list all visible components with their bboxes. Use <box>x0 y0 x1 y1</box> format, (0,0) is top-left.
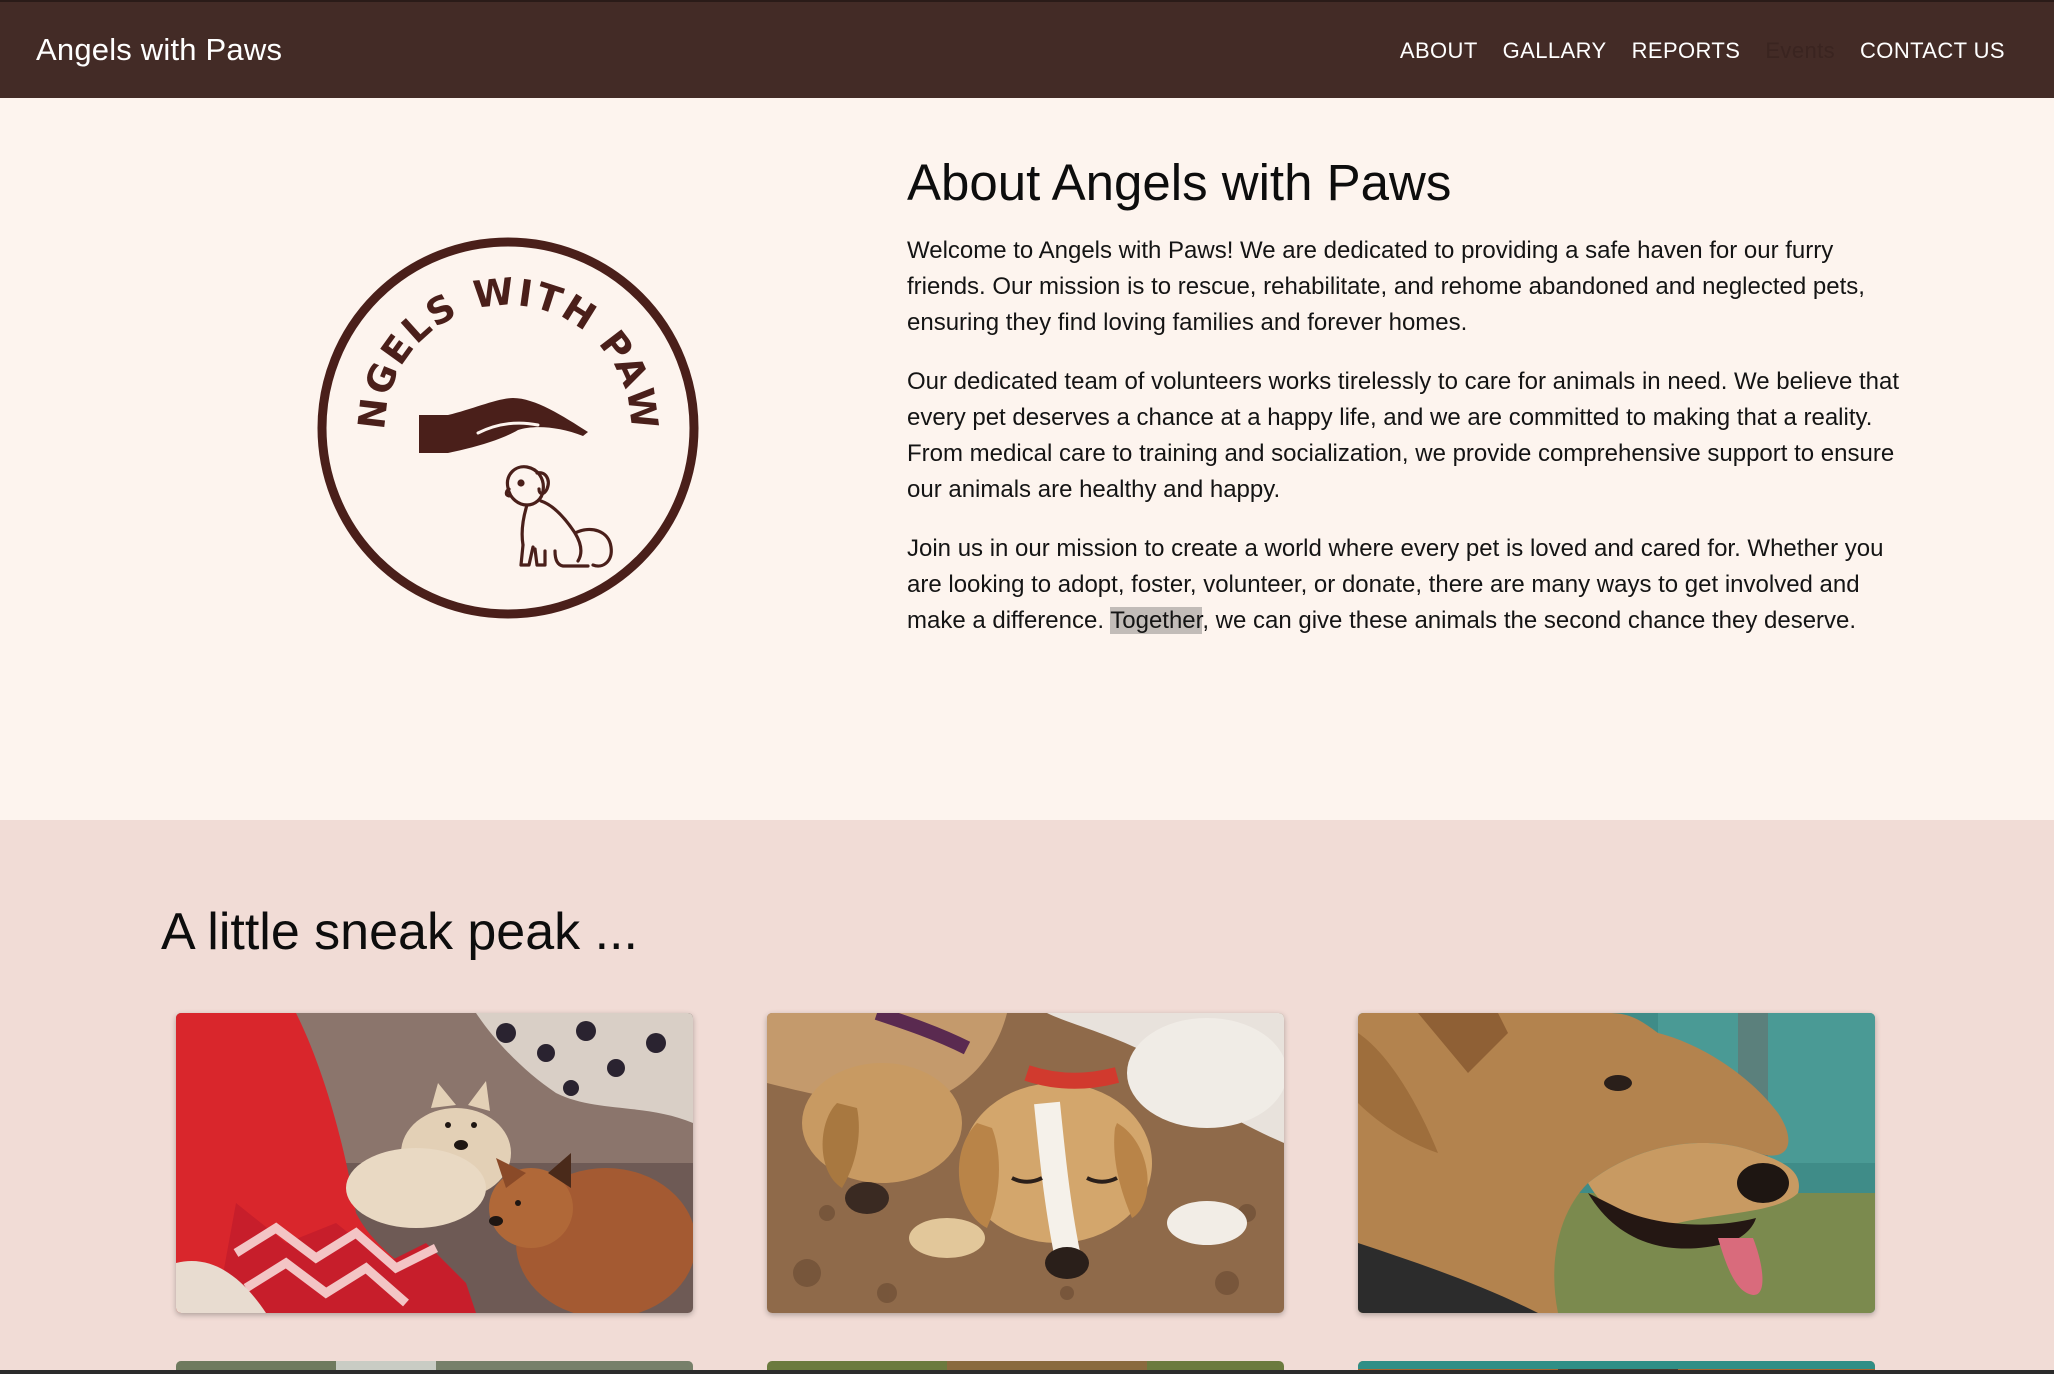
about-paragraph-1: Welcome to Angels with Paws! We are dedi… <box>907 237 1865 337</box>
about-paragraph-3: Join us in our mission to create a world… <box>907 531 1907 639</box>
brand-link[interactable]: Angels with Paws <box>36 32 282 68</box>
window-bottom-edge <box>0 1370 2054 1374</box>
gallery-photo-1[interactable] <box>176 1013 693 1313</box>
top-navbar: Angels with Paws ABOUT GALLARY REPORTS E… <box>0 0 2054 98</box>
nav-reports[interactable]: REPORTS <box>1632 38 1741 64</box>
paragraph-3-text-end: , we can give these animals the second c… <box>1202 607 1857 635</box>
about-section: ANGELS WITH PAWS <box>0 98 2054 820</box>
about-title: About Angels with Paws <box>907 154 1452 211</box>
angels-with-paws-logo: ANGELS WITH PAWS <box>298 199 703 623</box>
page: Angels with Paws ABOUT GALLARY REPORTS E… <box>0 0 2054 1374</box>
about-text-block: About Angels with Paws Welcome to Angels… <box>907 154 1907 662</box>
nav-events[interactable]: Events <box>1765 38 1835 64</box>
gallery-title: A little sneak peak ... <box>161 903 638 961</box>
dog-icon <box>504 465 613 568</box>
gallery-photo-3[interactable] <box>1358 1013 1875 1313</box>
gallery-photo-2[interactable] <box>767 1013 1284 1313</box>
main-nav: ABOUT GALLARY REPORTS Events CONTACT US <box>1375 38 2005 64</box>
hand-icon <box>419 398 588 453</box>
nav-about[interactable]: ABOUT <box>1400 38 1478 64</box>
gallery-section: A little sneak peak ... <box>0 820 2054 1374</box>
about-paragraph-2: Our dedicated team of volunteers works t… <box>907 368 1900 504</box>
highlighted-word: Together <box>1110 607 1203 635</box>
nav-contact-us[interactable]: CONTACT US <box>1860 38 2005 64</box>
nav-gallery[interactable]: GALLARY <box>1503 38 1607 64</box>
